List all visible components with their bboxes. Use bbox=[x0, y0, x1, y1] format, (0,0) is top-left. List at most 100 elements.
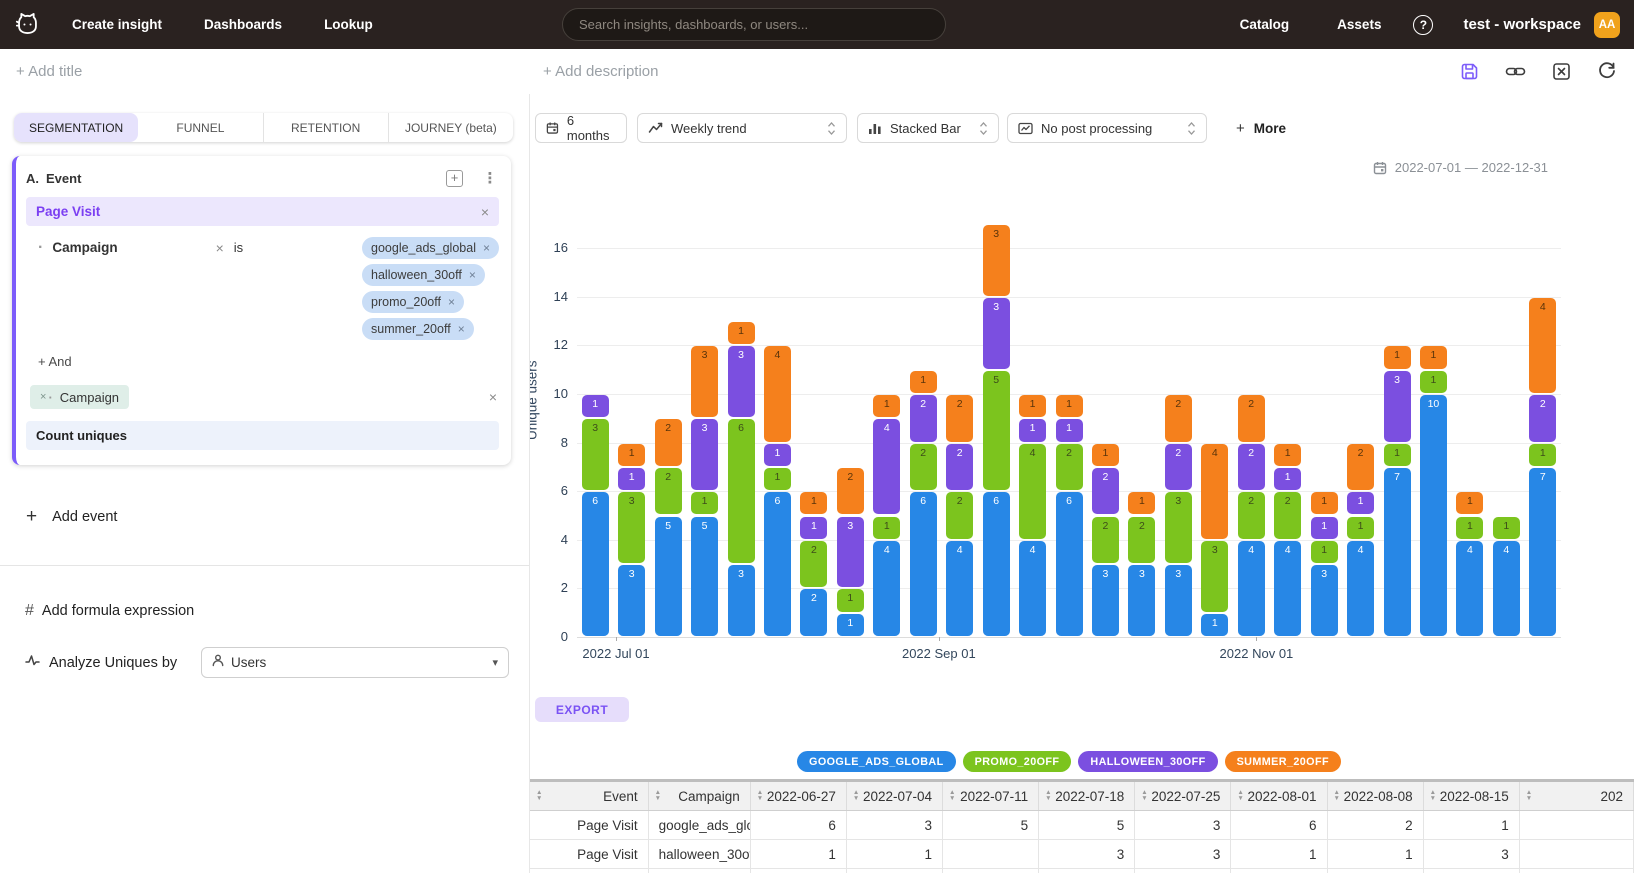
bar-segment[interactable]: 4 bbox=[873, 419, 900, 514]
bar-segment[interactable]: 1 bbox=[1529, 444, 1556, 466]
add-and-condition[interactable]: + And bbox=[26, 354, 499, 369]
bar-segment[interactable]: 10 bbox=[1420, 395, 1447, 636]
post-processing-select[interactable]: No post processing bbox=[1007, 113, 1207, 143]
legend-pill[interactable]: HALLOWEEN_30OFF bbox=[1078, 751, 1217, 772]
bar-segment[interactable]: 1 bbox=[618, 468, 645, 490]
bar-segment[interactable]: 1 bbox=[1384, 346, 1411, 368]
bar-segment[interactable]: 1 bbox=[1274, 468, 1301, 490]
bar-segment[interactable]: 1 bbox=[764, 468, 791, 490]
bar-segment[interactable]: 3 bbox=[691, 419, 718, 490]
add-formula-button[interactable]: # Add formula expression bbox=[25, 602, 529, 620]
bar-segment[interactable]: 2 bbox=[655, 468, 682, 515]
tab-journey[interactable]: JOURNEY (beta) bbox=[388, 113, 513, 142]
link-icon[interactable] bbox=[1504, 60, 1526, 82]
bar-segment[interactable]: 3 bbox=[728, 346, 755, 417]
remove-value-icon[interactable]: × bbox=[458, 318, 465, 340]
sort-icon[interactable]: ▲▼ bbox=[1141, 790, 1147, 801]
trend-select[interactable]: Weekly trend bbox=[637, 113, 847, 143]
bar-segment[interactable]: 1 bbox=[618, 444, 645, 466]
bar-segment[interactable]: 3 bbox=[1092, 565, 1119, 636]
bar-segment[interactable]: 1 bbox=[837, 614, 864, 636]
tab-funnel[interactable]: FUNNEL bbox=[138, 113, 262, 142]
bar-segment[interactable]: 1 bbox=[582, 395, 609, 417]
sort-icon[interactable]: ▲▼ bbox=[1237, 790, 1243, 801]
bar-segment[interactable]: 3 bbox=[728, 565, 755, 636]
avatar[interactable]: AA bbox=[1594, 12, 1620, 38]
more-button[interactable]: + More bbox=[1236, 120, 1286, 137]
legend-pill[interactable]: SUMMER_20OFF bbox=[1225, 751, 1341, 772]
bar-segment[interactable]: 6 bbox=[910, 492, 937, 636]
bar-segment[interactable]: 4 bbox=[1019, 444, 1046, 539]
bar-segment[interactable]: 1 bbox=[1420, 346, 1447, 368]
bar-segment[interactable]: 1 bbox=[1456, 492, 1483, 514]
bar-segment[interactable]: 3 bbox=[983, 225, 1010, 296]
nav-lookup[interactable]: Lookup bbox=[324, 17, 373, 32]
event-selector[interactable]: Page Visit × bbox=[26, 197, 499, 226]
bar-segment[interactable]: 1 bbox=[873, 395, 900, 417]
analyze-by-select[interactable]: Users ▾ bbox=[201, 647, 509, 678]
bar-segment[interactable]: 4 bbox=[1456, 541, 1483, 636]
bar-segment[interactable]: 2 bbox=[910, 395, 937, 442]
table-row[interactable]: Page Visitgoogle_ads_global63553621 bbox=[530, 811, 1634, 840]
bar-segment[interactable]: 1 bbox=[1384, 444, 1411, 466]
remove-filter-icon[interactable]: × bbox=[216, 237, 224, 259]
bar-segment[interactable]: 1 bbox=[1420, 371, 1447, 393]
aggregation-selector[interactable]: Count uniques bbox=[26, 421, 499, 450]
bar-segment[interactable]: 1 bbox=[1056, 395, 1083, 417]
save-icon[interactable] bbox=[1458, 60, 1480, 82]
bar-segment[interactable]: 4 bbox=[1238, 541, 1265, 636]
bar-segment[interactable]: 4 bbox=[1019, 541, 1046, 636]
bar-segment[interactable]: 3 bbox=[1165, 492, 1192, 563]
bar-segment[interactable]: 1 bbox=[1274, 444, 1301, 466]
bar-segment[interactable]: 1 bbox=[1493, 517, 1520, 539]
bar-segment[interactable]: 2 bbox=[1165, 395, 1192, 442]
bar-segment[interactable]: 2 bbox=[1238, 395, 1265, 442]
tab-retention[interactable]: RETENTION bbox=[263, 113, 388, 142]
sort-icon[interactable]: ▲▼ bbox=[757, 790, 763, 801]
filter-value-chip[interactable]: google_ads_global× bbox=[362, 237, 499, 259]
bar-segment[interactable]: 3 bbox=[1311, 565, 1338, 636]
bar-segment[interactable]: 2 bbox=[1274, 492, 1301, 539]
bar-segment[interactable]: 3 bbox=[691, 346, 718, 417]
bar-segment[interactable]: 2 bbox=[1238, 444, 1265, 491]
remove-value-icon[interactable]: × bbox=[469, 264, 476, 286]
bar-segment[interactable]: 1 bbox=[728, 322, 755, 344]
column-header[interactable]: ▲▼2022-07-18 bbox=[1039, 781, 1135, 811]
bar-segment[interactable]: 1 bbox=[691, 492, 718, 514]
bar-segment[interactable]: 4 bbox=[764, 346, 791, 441]
bar-segment[interactable]: 4 bbox=[1347, 541, 1374, 636]
bar-segment[interactable]: 1 bbox=[1347, 517, 1374, 539]
column-header[interactable]: ▲▼2022-08-15 bbox=[1423, 781, 1519, 811]
bar-segment[interactable]: 1 bbox=[1347, 492, 1374, 514]
bar-segment[interactable]: 1 bbox=[764, 444, 791, 466]
filter-property[interactable]: Campaign bbox=[52, 237, 117, 259]
bar-segment[interactable]: 1 bbox=[837, 589, 864, 611]
sort-icon[interactable]: ▲▼ bbox=[536, 790, 542, 801]
column-header[interactable]: ▲▼202 bbox=[1519, 781, 1633, 811]
bar-segment[interactable]: 6 bbox=[983, 492, 1010, 636]
bar-segment[interactable]: 4 bbox=[1529, 298, 1556, 393]
bar-segment[interactable]: 1 bbox=[1019, 419, 1046, 441]
add-event-button[interactable]: + Add event bbox=[26, 506, 529, 528]
bar-segment[interactable]: 3 bbox=[983, 298, 1010, 369]
filter-value-chip[interactable]: summer_20off× bbox=[362, 318, 474, 340]
bar-segment[interactable]: 1 bbox=[910, 371, 937, 393]
bar-segment[interactable]: 1 bbox=[800, 492, 827, 514]
bar-segment[interactable]: 1 bbox=[1056, 419, 1083, 441]
bar-segment[interactable]: 3 bbox=[1384, 371, 1411, 442]
bar-segment[interactable]: 5 bbox=[691, 517, 718, 637]
bar-segment[interactable]: 2 bbox=[800, 589, 827, 636]
sort-icon[interactable]: ▲▼ bbox=[949, 790, 955, 801]
sort-icon[interactable]: ▲▼ bbox=[1045, 790, 1051, 801]
bar-segment[interactable]: 4 bbox=[946, 541, 973, 636]
bar-segment[interactable]: 3 bbox=[1201, 541, 1228, 612]
search-input[interactable] bbox=[562, 8, 946, 41]
refresh-icon[interactable] bbox=[1596, 60, 1618, 82]
bar-segment[interactable]: 2 bbox=[1529, 395, 1556, 442]
filter-value-chip[interactable]: promo_20off× bbox=[362, 291, 464, 313]
bar-segment[interactable]: 4 bbox=[1201, 444, 1228, 539]
bar-segment[interactable]: 1 bbox=[1092, 444, 1119, 466]
bar-segment[interactable]: 1 bbox=[1456, 517, 1483, 539]
sort-icon[interactable]: ▲▼ bbox=[1430, 790, 1436, 801]
date-window-button[interactable]: 6 months bbox=[535, 113, 627, 143]
